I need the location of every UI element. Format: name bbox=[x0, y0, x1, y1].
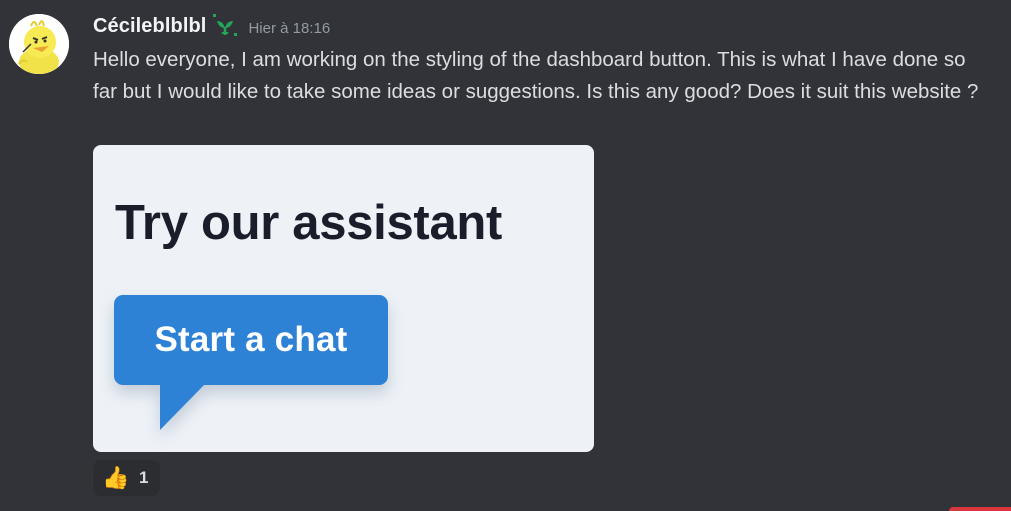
red-indicator bbox=[949, 507, 1011, 511]
username[interactable]: Cécileblblbl bbox=[93, 15, 206, 38]
avatar[interactable] bbox=[9, 14, 69, 74]
image-attachment[interactable]: Try our assistant Start a chat bbox=[93, 145, 594, 452]
start-chat-button: Start a chat bbox=[154, 320, 348, 359]
message-header: Cécileblblbl Hier à 18:16 bbox=[93, 12, 330, 40]
duck-avatar-icon bbox=[9, 14, 69, 74]
reaction-thumbs-up[interactable]: 👍 1 bbox=[93, 460, 160, 496]
sprout-icon[interactable] bbox=[210, 11, 240, 41]
thumbs-up-icon: 👍 bbox=[102, 465, 130, 490]
reaction-count: 1 bbox=[139, 468, 149, 487]
timestamp[interactable]: Hier à 18:16 bbox=[248, 20, 330, 37]
chat-message: Cécileblblbl Hier à 18:16 Hello everyone… bbox=[0, 0, 1011, 511]
message-content: Hello everyone, I am working on the styl… bbox=[93, 48, 979, 103]
